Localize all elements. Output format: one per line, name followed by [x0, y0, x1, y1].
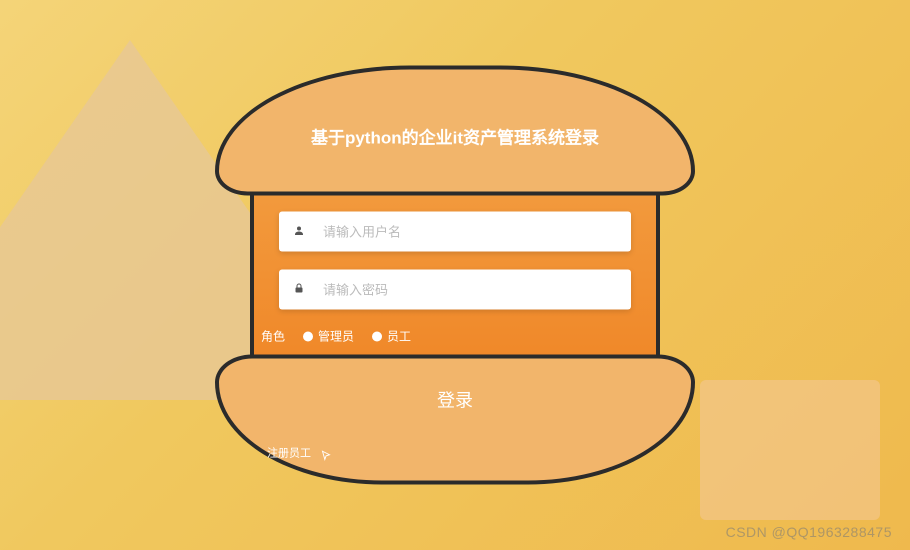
radio-label-admin: 管理员 — [318, 328, 354, 345]
cursor-icon — [319, 450, 333, 467]
role-selector: 角色 管理员 员工 — [261, 328, 631, 345]
user-icon — [293, 224, 309, 239]
login-panel: 基于python的企业it资产管理系统登录 角色 管理员 员工 — [215, 66, 695, 485]
password-field-wrapper — [279, 270, 631, 310]
radio-icon — [372, 331, 382, 341]
login-button[interactable]: 登录 — [437, 387, 473, 413]
password-input[interactable] — [323, 282, 617, 297]
username-input[interactable] — [323, 224, 617, 239]
radio-icon — [303, 331, 313, 341]
role-radio-admin[interactable]: 管理员 — [303, 328, 354, 345]
role-label: 角色 — [261, 328, 285, 345]
panel-header: 基于python的企业it资产管理系统登录 — [215, 66, 695, 196]
radio-label-employee: 员工 — [387, 328, 411, 345]
watermark-text: CSDN @QQ1963288475 — [726, 524, 892, 540]
panel-footer: 登录 注册员工 — [215, 355, 695, 485]
page-title: 基于python的企业it资产管理系统登录 — [311, 123, 599, 148]
register-employee-link[interactable]: 注册员工 — [267, 445, 311, 461]
role-radio-employee[interactable]: 员工 — [372, 328, 411, 345]
username-field-wrapper — [279, 212, 631, 252]
login-form: 角色 管理员 员工 — [250, 192, 660, 359]
background-cube — [700, 380, 880, 520]
lock-icon — [293, 282, 309, 297]
